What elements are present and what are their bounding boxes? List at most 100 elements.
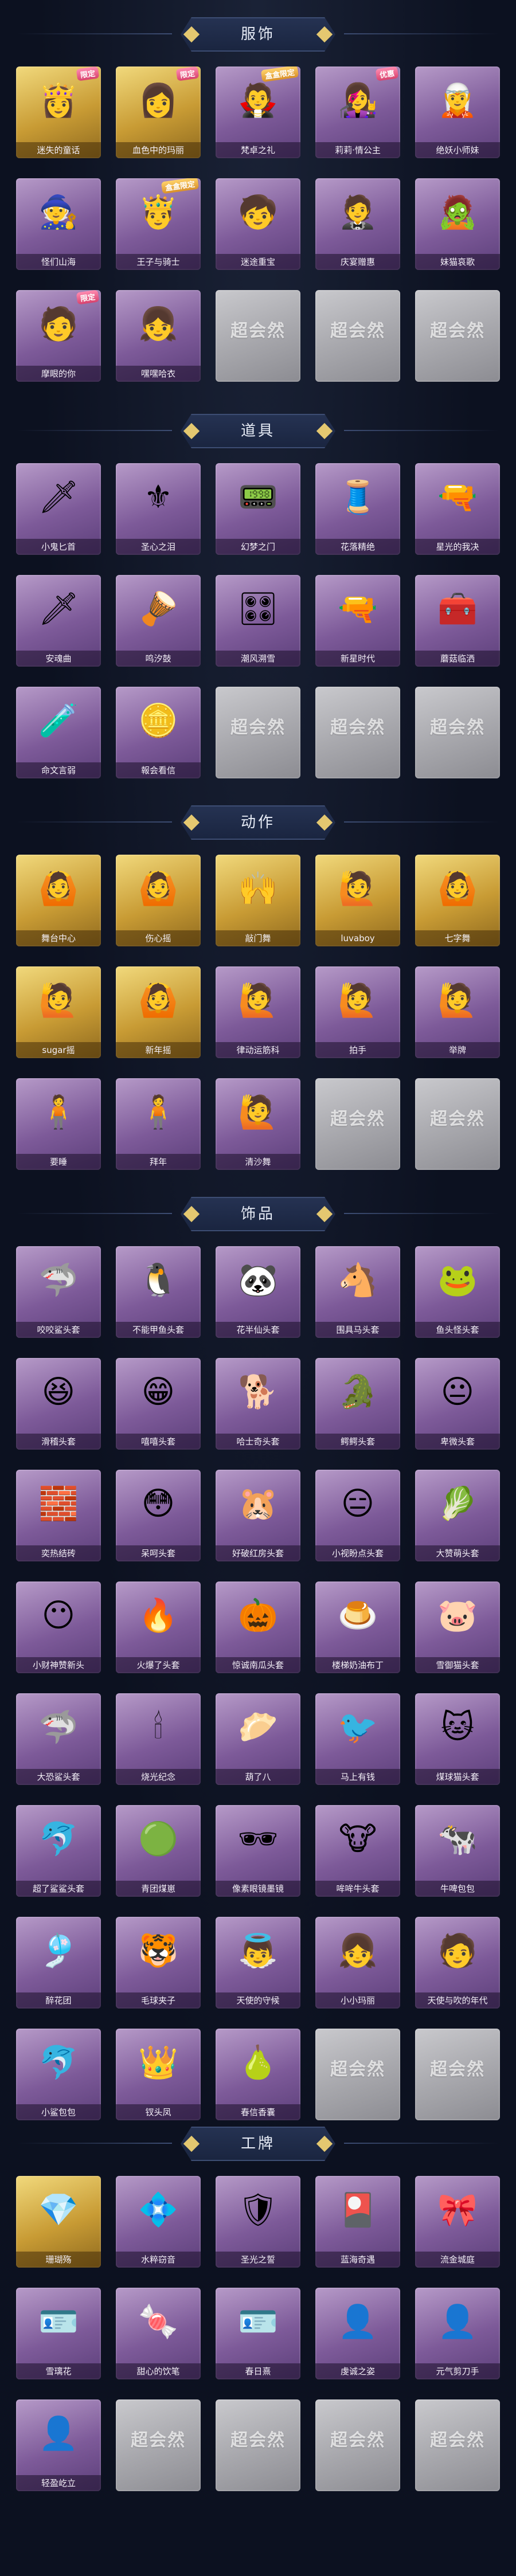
item-card[interactable]: 🎴超会然蓝海奇遇	[315, 2176, 400, 2268]
item-card[interactable]: 🎐超会然醉花团	[16, 1917, 101, 2009]
item-card[interactable]: 🐬超会然小鲨包包	[16, 2029, 101, 2120]
empty-slot-card[interactable]: 超会然	[216, 2399, 300, 2491]
item-card[interactable]: 🧒超会然迷途重宝	[216, 178, 300, 270]
item-card[interactable]: ⚜超会然圣心之泪	[116, 463, 201, 555]
item-card[interactable]: 🐼超会然花半仙头套	[216, 1246, 300, 1338]
item-card[interactable]: 😐超会然卑微头套	[415, 1358, 500, 1450]
empty-slot-card[interactable]: 超会然	[116, 2399, 201, 2491]
item-card[interactable]: 🐧超会然不能甲鱼头套	[116, 1246, 201, 1338]
item-card[interactable]: 🧰超会然蘑菇临洒	[415, 575, 500, 667]
item-card[interactable]: 😑超会然小视盼点头套	[315, 1470, 400, 1561]
item-card[interactable]: 🦈超会然大恐鲨头套	[16, 1693, 101, 1785]
item-card[interactable]: 🟢超会然青团煤崽	[116, 1805, 201, 1897]
item-card[interactable]: 🧝超会然绝妖小师妹	[415, 66, 500, 158]
item-card[interactable]: 🧍超会然拜年	[116, 1078, 201, 1170]
item-card[interactable]: 🧛超会然盒盒限定梵卓之礼	[216, 66, 300, 158]
item-card[interactable]: 👧超会然小小玛丽	[315, 1917, 400, 2009]
item-card[interactable]: 🙋超会然举牌	[415, 966, 500, 1058]
item-card[interactable]: 🔫超会然星光的我决	[415, 463, 500, 555]
item-card[interactable]: 🔥超会然火爆了头套	[116, 1581, 201, 1673]
item-card[interactable]: 🐷超会然雪御猫头套	[415, 1581, 500, 1673]
item-card[interactable]: 🐦超会然马上有钱	[315, 1693, 400, 1785]
item-card[interactable]: 👼超会然天使的守候	[216, 1917, 300, 2009]
item-card[interactable]: 🧑超会然限定摩眼的你	[16, 290, 101, 382]
item-card[interactable]: 🧑超会然天使与吹的年代	[415, 1917, 500, 2009]
item-card[interactable]: 🍮超会然楼梯奶油布丁	[315, 1581, 400, 1673]
item-card[interactable]: 🥟超会然葫了八	[216, 1693, 300, 1785]
empty-slot-card[interactable]: 超会然	[415, 687, 500, 778]
item-card[interactable]: 🐊超会然鳄鳄头套	[315, 1358, 400, 1450]
empty-slot-card[interactable]: 超会然	[216, 290, 300, 382]
empty-slot-card[interactable]: 超会然	[315, 1078, 400, 1170]
item-card[interactable]: 🐸超会然鱼头怪头套	[415, 1246, 500, 1338]
item-card[interactable]: 🍐超会然春信香囊	[216, 2029, 300, 2120]
item-card[interactable]: 😁超会然嘻嘻头套	[116, 1358, 201, 1450]
item-card[interactable]: 🦈超会然咬咬鲨头套	[16, 1246, 101, 1338]
item-card[interactable]: 🕶超会然像素眼镜墨镜	[216, 1805, 300, 1897]
item-card[interactable]: 🙆超会然七字舞	[415, 855, 500, 946]
item-card[interactable]: 👤超会然轻盈屹立	[16, 2399, 101, 2491]
empty-slot-card[interactable]: 超会然	[315, 290, 400, 382]
item-card[interactable]: 🙋超会然清沙舞	[216, 1078, 300, 1170]
item-card[interactable]: 🧍超会然要睡	[16, 1078, 101, 1170]
empty-slot-card[interactable]: 超会然	[315, 687, 400, 778]
item-card[interactable]: 💠超会然水粹窃音	[116, 2176, 201, 2268]
empty-slot-card[interactable]: 超会然	[315, 2399, 400, 2491]
empty-slot-card[interactable]: 超会然	[415, 1078, 500, 1170]
item-card[interactable]: 🎃超会然惊诚南瓜头套	[216, 1581, 300, 1673]
item-card[interactable]: 🧱超会然奕热结砖	[16, 1470, 101, 1561]
item-card[interactable]: 🐯超会然毛球夹子	[116, 1917, 201, 2009]
item-card[interactable]: 👑超会然钗头凤	[116, 2029, 201, 2120]
item-card[interactable]: 🙆超会然伤心摇	[116, 855, 201, 946]
item-card[interactable]: 🙋超会然luvaboy	[315, 855, 400, 946]
item-card[interactable]: 👤超会然元气剪刀手	[415, 2288, 500, 2379]
item-card[interactable]: 👤超会然虔诚之姿	[315, 2288, 400, 2379]
item-card[interactable]: 🐮超会然哞哞牛头套	[315, 1805, 400, 1897]
item-card[interactable]: 👩超会然限定血色中的玛丽	[116, 66, 201, 158]
item-card[interactable]: 🎛超会然潮风溯雪	[216, 575, 300, 667]
item-card[interactable]: 🙋超会然sugar摇	[16, 966, 101, 1058]
item-card[interactable]: 🧟超会然妹猫哀歌	[415, 178, 500, 270]
item-card[interactable]: 🕯超会然烧光纪念	[116, 1693, 201, 1785]
item-card[interactable]: 🤵超会然庆宴赠惠	[315, 178, 400, 270]
item-card[interactable]: 🙋超会然拍手	[315, 966, 400, 1058]
item-card[interactable]: 🪪超会然春日熹	[216, 2288, 300, 2379]
item-card[interactable]: 🎀超会然流金城庭	[415, 2176, 500, 2268]
empty-slot-card[interactable]: 超会然	[315, 2029, 400, 2120]
item-card[interactable]: 💎超会然珊瑚殇	[16, 2176, 101, 2268]
empty-slot-card[interactable]: 超会然	[415, 2399, 500, 2491]
item-card[interactable]: 🗡超会然安魂曲	[16, 575, 101, 667]
item-card[interactable]: 🧵超会然花落精绝	[315, 463, 400, 555]
item-card[interactable]: 👧超会然嘿嘿哈衣	[116, 290, 201, 382]
item-card[interactable]: 🙌超会然敲门舞	[216, 855, 300, 946]
item-card[interactable]: 🙋超会然律动运筋科	[216, 966, 300, 1058]
item-card[interactable]: 🤴超会然盒盒限定王子与骑士	[116, 178, 201, 270]
item-card[interactable]: 🪘超会然鸣汐鼓	[116, 575, 201, 667]
item-card[interactable]: 👩‍🎤超会然优惠莉莉·情公主	[315, 66, 400, 158]
item-card[interactable]: 🍬超会然甜心的饮笔	[116, 2288, 201, 2379]
item-card[interactable]: 🙆超会然新年摇	[116, 966, 201, 1058]
empty-slot-card[interactable]: 超会然	[415, 2029, 500, 2120]
item-card[interactable]: 🐱超会然煤球猫头套	[415, 1693, 500, 1785]
item-card[interactable]: 🐹超会然好破红房头套	[216, 1470, 300, 1561]
empty-slot-card[interactable]: 超会然	[216, 687, 300, 778]
item-card[interactable]: 🪪超会然雪璃花	[16, 2288, 101, 2379]
item-card[interactable]: 🐬超会然超了鲨鲨头套	[16, 1805, 101, 1897]
item-card[interactable]: 😆超会然滑稽头套	[16, 1358, 101, 1450]
item-card[interactable]: 🐄超会然牛啤包包	[415, 1805, 500, 1897]
item-card[interactable]: 🗡超会然小鬼匕首	[16, 463, 101, 555]
item-card[interactable]: 😶超会然小财神赞新头	[16, 1581, 101, 1673]
item-card[interactable]: 👸超会然限定迷失的童话	[16, 66, 101, 158]
item-card[interactable]: 📟超会然幻梦之门	[216, 463, 300, 555]
item-card[interactable]: 🙆超会然舞台中心	[16, 855, 101, 946]
item-card[interactable]: 🪙超会然報会看信	[116, 687, 201, 778]
item-card[interactable]: 😳超会然呆呵头套	[116, 1470, 201, 1561]
empty-slot-card[interactable]: 超会然	[415, 290, 500, 382]
item-card[interactable]: 🐴超会然围具马头套	[315, 1246, 400, 1338]
item-card[interactable]: 🧪超会然命文言弱	[16, 687, 101, 778]
item-card[interactable]: 🧙超会然怪们山海	[16, 178, 101, 270]
item-card[interactable]: 🛡超会然圣光之誓	[216, 2176, 300, 2268]
item-card[interactable]: 🥬超会然大赞萌头套	[415, 1470, 500, 1561]
item-card[interactable]: 🔫超会然新星时代	[315, 575, 400, 667]
item-card[interactable]: 🐕超会然哈士奇头套	[216, 1358, 300, 1450]
